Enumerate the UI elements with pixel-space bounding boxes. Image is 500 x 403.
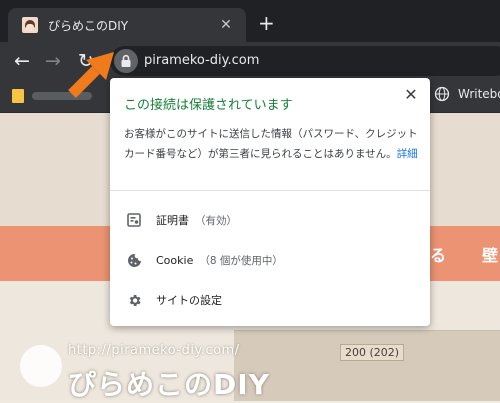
nav-item[interactable]: る: [430, 242, 446, 266]
new-tab-button[interactable]: +: [258, 12, 275, 34]
photo-sign-text: 200 (202): [340, 344, 405, 361]
tab-strip: ぴらめこのDIY ✕ +: [0, 0, 500, 42]
watermark-logo-icon: [20, 345, 62, 387]
site-favicon-icon: [22, 17, 38, 33]
back-button[interactable]: ←: [11, 50, 33, 72]
bookmark-item[interactable]: Writebo: [434, 86, 500, 102]
watermark-brand: ぴらめこのDIY: [68, 368, 270, 401]
close-icon[interactable]: ✕: [402, 86, 420, 104]
gear-icon: [126, 292, 142, 308]
cookie-menu-item[interactable]: Cookie （8 個が使用中）: [110, 242, 430, 278]
description-text: お客様がこのサイトに送信した情報（パスワード、クレジット カード番号など）が第三…: [124, 128, 418, 160]
site-settings-menu-item[interactable]: サイトの設定: [110, 282, 430, 318]
certificate-icon: [126, 212, 142, 228]
forward-button[interactable]: →: [42, 50, 64, 72]
globe-icon: [434, 86, 450, 102]
article-photo[interactable]: 200 (202): [234, 330, 500, 401]
site-settings-label: サイトの設定: [156, 294, 222, 307]
details-link[interactable]: 詳細: [397, 148, 418, 160]
bookmark-label: Writebo: [458, 87, 500, 101]
nav-item[interactable]: 壁: [482, 242, 498, 266]
certificate-status: （有効）: [195, 214, 237, 227]
browser-tab[interactable]: ぴらめこのDIY ✕: [8, 8, 246, 42]
cookie-count: （8 個が使用中）: [199, 254, 283, 267]
tab-close-icon[interactable]: ✕: [216, 17, 236, 33]
cookie-label: Cookie: [156, 253, 194, 267]
certificate-label: 証明書: [156, 214, 189, 227]
address-bar[interactable]: pirameko-diy.com: [110, 46, 500, 76]
certificate-menu-item[interactable]: 証明書 （有効）: [110, 202, 430, 238]
divider: [110, 190, 430, 191]
url-text: pirameko-diy.com: [144, 53, 260, 68]
site-info-popup: この接続は保護されています ✕ お客様がこのサイトに送信した情報（パスワード、ク…: [110, 78, 430, 326]
cookie-icon: [126, 252, 142, 268]
connection-secure-title: この接続は保護されています: [124, 98, 293, 113]
tab-title: ぴらめこのDIY: [48, 18, 129, 33]
connection-description: お客様がこのサイトに送信した情報（パスワード、クレジット カード番号など）が第三…: [124, 124, 420, 164]
lock-icon: [121, 54, 131, 67]
watermark-url: http://pirameko-diy.com/: [68, 343, 240, 358]
bookmark-folder-icon[interactable]: [12, 89, 24, 103]
